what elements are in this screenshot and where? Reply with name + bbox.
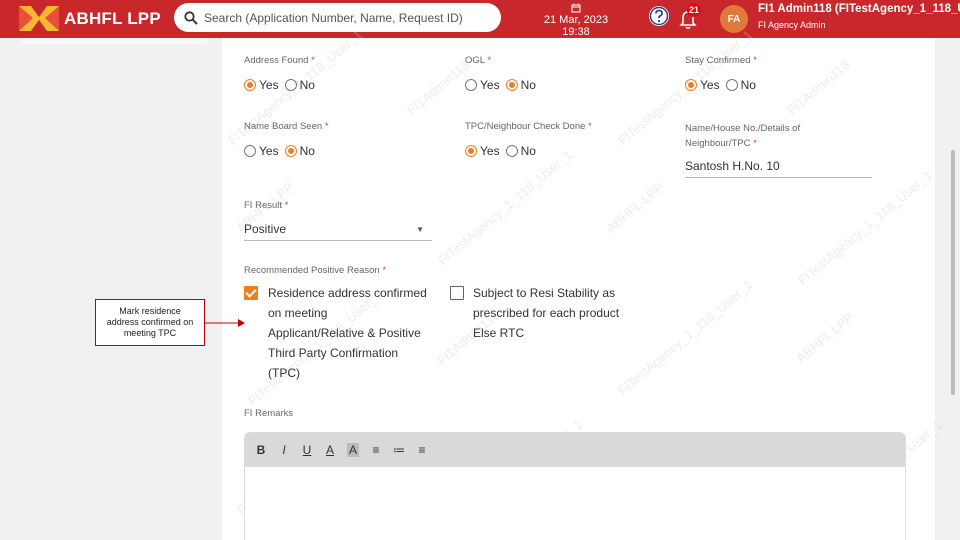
dropdown-caret-icon: ▼	[416, 225, 424, 234]
radio-unselected-icon[interactable]	[725, 79, 738, 91]
radio-selected-icon[interactable]	[244, 79, 256, 91]
avatar[interactable]: FA	[720, 5, 748, 33]
underline-button[interactable]: U	[301, 443, 313, 457]
ogl-yes[interactable]: Yes	[465, 78, 500, 92]
abhfl-logo-icon[interactable]	[19, 6, 59, 31]
ogl-radio-group: Yes No	[465, 78, 542, 92]
reason-residence-text[interactable]: Residence address confirmed on meeting A…	[268, 283, 427, 383]
stay-confirmed-radio-group: Yes No	[685, 78, 762, 92]
notifications-button[interactable]: 21	[679, 3, 705, 32]
stay-confirmed-no[interactable]: No	[725, 78, 756, 92]
reason-residence-checkbox[interactable]	[244, 286, 258, 300]
top-header: ABHFL LPP 21 Mar, 2023 19:38 21 FA FI1 A…	[0, 0, 960, 38]
editor-toolbar: B I U A A ≡ ≔ ≡	[245, 433, 905, 467]
tpc-check-label: TPC/Neighbour Check Done *	[465, 121, 592, 132]
address-found-yes[interactable]: Yes	[244, 78, 279, 92]
page-scrollbar[interactable]	[951, 150, 955, 395]
name-board-seen-radio-group: Yes No	[244, 144, 321, 158]
ordered-list-button[interactable]: ≡	[370, 443, 382, 457]
tpc-check-radio-group: Yes No	[465, 144, 542, 158]
radio-selected-icon[interactable]	[505, 79, 518, 91]
address-found-no[interactable]: No	[284, 78, 315, 92]
radio-unselected-icon[interactable]	[465, 79, 477, 91]
search-icon	[184, 10, 198, 25]
neighbour-details-input[interactable]: Santosh H.No. 10	[685, 159, 872, 178]
radio-unselected-icon[interactable]	[505, 145, 518, 157]
text-color-button[interactable]: A	[324, 443, 336, 457]
callout-arrow-icon	[205, 319, 245, 327]
app-title[interactable]: ABHFL LPP	[64, 9, 161, 29]
recommended-reason-label: Recommended Positive Reason *	[244, 265, 387, 276]
radio-selected-icon[interactable]	[685, 79, 697, 91]
user-role: FI Agency Admin	[758, 20, 826, 30]
reason-resi-stability-checkbox[interactable]	[450, 286, 464, 300]
ogl-label: OGL *	[465, 55, 492, 66]
radio-selected-icon[interactable]	[465, 145, 477, 157]
user-name[interactable]: FI1 Admin118 (FITestAgency_1_118_Use	[758, 3, 960, 15]
fi-result-select[interactable]: Positive ▼	[244, 222, 432, 241]
fi-result-label: FI Result *	[244, 200, 289, 211]
editor-content-area[interactable]	[245, 467, 905, 540]
help-icon[interactable]	[648, 5, 670, 27]
bold-button[interactable]: B	[255, 443, 267, 457]
neighbour-details-label: Name/House No./Details of Neighbour/TPC …	[685, 123, 801, 149]
name-board-seen-yes[interactable]: Yes	[244, 144, 279, 158]
name-board-seen-no[interactable]: No	[284, 144, 315, 158]
calendar-icon	[571, 3, 581, 13]
search-input[interactable]	[204, 10, 494, 25]
radio-unselected-icon[interactable]	[284, 79, 297, 91]
italic-button[interactable]: I	[278, 443, 290, 457]
ogl-no[interactable]: No	[505, 78, 536, 92]
annotation-callout: Mark residence address confirmed on meet…	[95, 299, 205, 346]
left-panel	[20, 38, 210, 44]
highlight-button[interactable]: A	[347, 443, 359, 457]
current-datetime: 21 Mar, 2023 19:38	[530, 3, 622, 38]
address-found-radio-group: Yes No	[244, 78, 321, 92]
align-button[interactable]: ≡	[416, 443, 428, 457]
bullet-list-button[interactable]: ≔	[393, 443, 405, 457]
radio-selected-icon[interactable]	[284, 145, 297, 157]
reason-resi-stability-text[interactable]: Subject to Resi Stability as prescribed …	[473, 283, 619, 343]
tpc-check-yes[interactable]: Yes	[465, 144, 500, 158]
fi-remarks-label: FI Remarks	[244, 408, 294, 419]
datetime-text: 21 Mar, 2023 19:38	[543, 14, 609, 38]
fi-result-value: Positive	[244, 222, 287, 236]
fi-remarks-editor[interactable]: B I U A A ≡ ≔ ≡	[244, 432, 906, 540]
search-bar[interactable]	[174, 3, 501, 32]
tpc-check-no[interactable]: No	[505, 144, 536, 158]
stay-confirmed-label: Stay Confirmed *	[685, 55, 757, 66]
radio-unselected-icon[interactable]	[244, 145, 256, 157]
notification-count-badge: 21	[687, 3, 702, 17]
address-found-label: Address Found *	[244, 55, 315, 66]
stay-confirmed-yes[interactable]: Yes	[685, 78, 720, 92]
name-board-seen-label: Name Board Seen *	[244, 121, 329, 132]
